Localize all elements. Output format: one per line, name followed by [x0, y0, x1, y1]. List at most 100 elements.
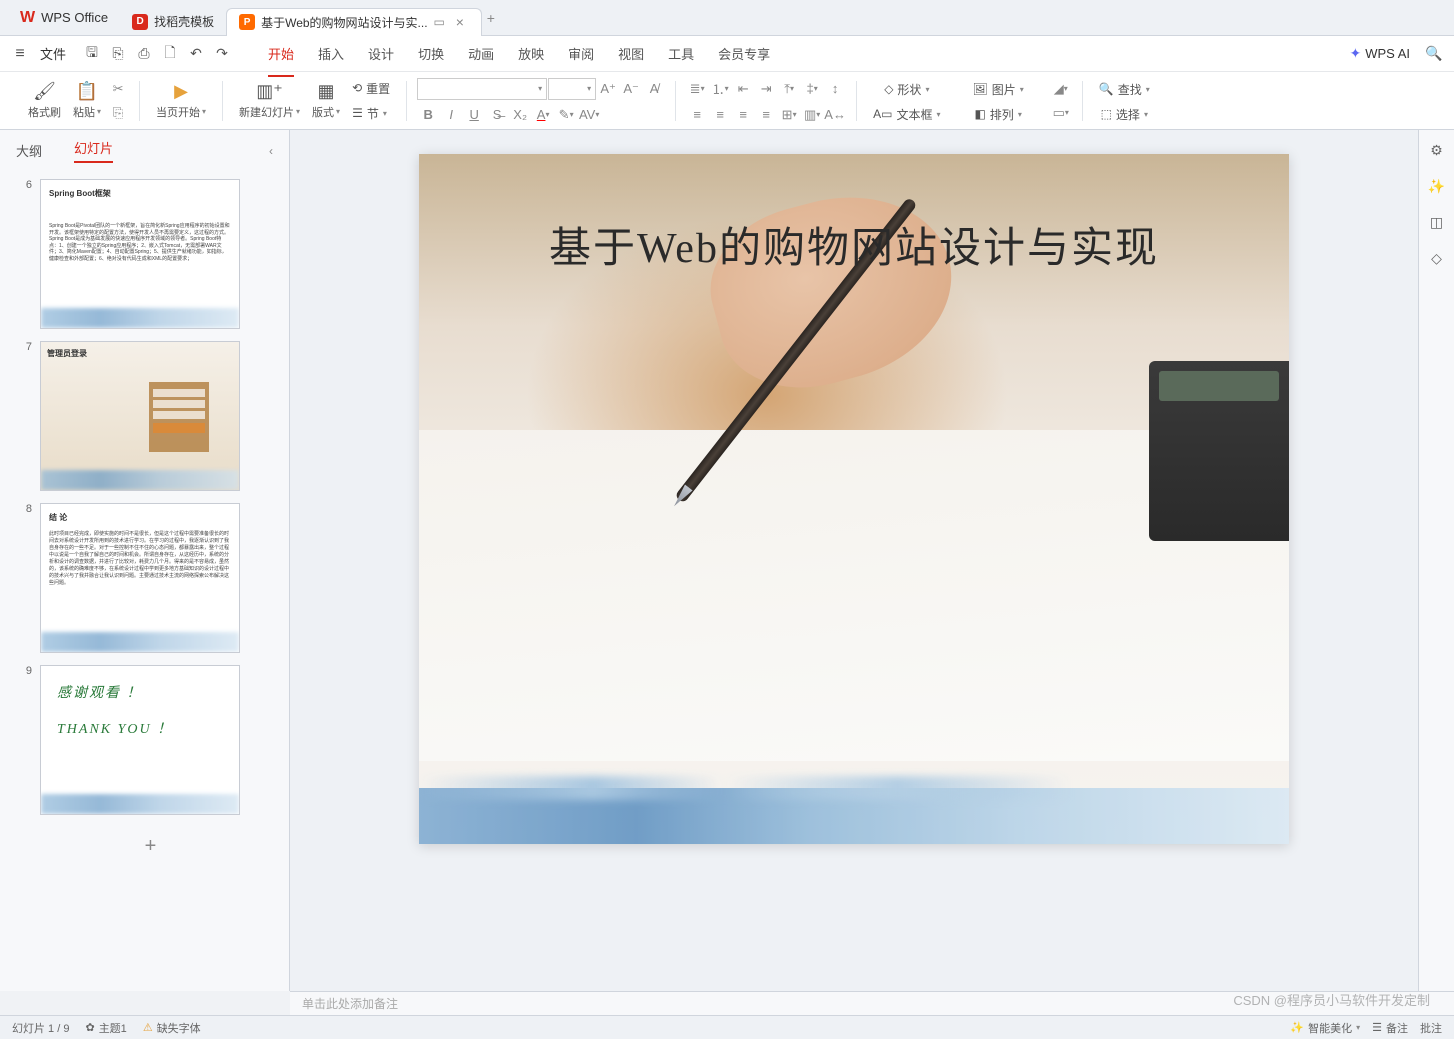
shape-icon: ◇: [884, 82, 893, 96]
reset-button[interactable]: ⟲重置: [346, 77, 396, 100]
hamburger-icon[interactable]: ≡: [8, 42, 32, 66]
format-painter-button[interactable]: 🖌 格式刷: [22, 80, 67, 122]
search-icon[interactable]: 🔍: [1422, 42, 1446, 66]
subscript-icon[interactable]: X₂: [509, 104, 531, 126]
select-button[interactable]: ⬚选择▾: [1095, 103, 1154, 126]
add-slide-button[interactable]: +: [20, 827, 281, 866]
print-icon[interactable]: ⎙: [132, 42, 156, 66]
theme-indicator[interactable]: ✿主题1: [85, 1020, 126, 1036]
picture-button[interactable]: 🖼图片▾: [967, 78, 1030, 101]
slide-counter[interactable]: 幻灯片 1 / 9: [12, 1020, 69, 1036]
paste-button[interactable]: 📋 粘贴▾: [67, 80, 107, 122]
csdn-watermark: CSDN @程序员小马软件开发定制: [1233, 990, 1430, 1009]
save-icon[interactable]: 🖫: [80, 42, 104, 66]
menu-tab-start[interactable]: 开始: [268, 38, 294, 69]
menu-tab-tools[interactable]: 工具: [668, 38, 694, 69]
canvas-area[interactable]: 基于Web的购物网站设计与实现: [290, 130, 1418, 991]
tab-templates-label: 找稻壳模板: [154, 13, 214, 30]
align-center-icon[interactable]: ≡: [709, 104, 731, 126]
right-rail: ⚙ ✨ ◫ ◇: [1418, 130, 1454, 991]
menu-tab-animation[interactable]: 动画: [468, 38, 494, 69]
undo-icon[interactable]: ↶: [184, 42, 208, 66]
text-scale-icon[interactable]: A↔: [824, 104, 846, 126]
italic-icon[interactable]: I: [440, 104, 462, 126]
find-button[interactable]: 🔍查找▾: [1093, 78, 1156, 101]
font-family-select[interactable]: ▾: [417, 78, 547, 100]
cut-icon[interactable]: ✂: [107, 78, 129, 100]
slide-watercolor-footer: [419, 788, 1289, 844]
section-button[interactable]: ☰节▾: [346, 102, 396, 125]
copy-icon[interactable]: ⎘: [107, 102, 129, 124]
columns-icon[interactable]: ▥▾: [801, 104, 823, 126]
align-right-icon[interactable]: ≡: [732, 104, 754, 126]
rail-layout-icon[interactable]: ◫: [1425, 210, 1449, 234]
strikethrough-icon[interactable]: S̶: [486, 104, 508, 126]
menu-tab-design[interactable]: 设计: [368, 38, 394, 69]
numbering-icon[interactable]: ⒈▾: [709, 78, 731, 100]
align-justify-icon[interactable]: ≡: [755, 104, 777, 126]
outline-icon[interactable]: ▭▾: [1050, 102, 1072, 124]
menu-tab-transition[interactable]: 切换: [418, 38, 444, 69]
slides-tab[interactable]: 幻灯片: [74, 138, 113, 163]
tab-close-button[interactable]: ×: [451, 13, 469, 31]
wps-ai-button[interactable]: ✦ WPS AI: [1349, 45, 1410, 62]
underline-icon[interactable]: U: [463, 104, 485, 126]
increase-font-icon[interactable]: A⁺: [597, 78, 619, 100]
shape-button[interactable]: ◇形状▾: [878, 78, 935, 101]
indent-decrease-icon[interactable]: ⇤: [732, 78, 754, 100]
tab-templates[interactable]: D 找稻壳模板: [120, 8, 226, 36]
slide-hand-pen-graphic: [593, 154, 1093, 520]
notes-placeholder: 单击此处添加备注: [302, 995, 398, 1012]
bullets-icon[interactable]: ≣▾: [686, 78, 708, 100]
distribute-icon[interactable]: ⊞▾: [778, 104, 800, 126]
collapse-panel-icon[interactable]: ‹: [269, 144, 273, 158]
indent-increase-icon[interactable]: ⇥: [755, 78, 777, 100]
missing-font-warning[interactable]: ⚠缺失字体: [143, 1020, 201, 1036]
play-current-button[interactable]: ▶ 当页开始▾: [150, 80, 212, 122]
character-spacing-icon[interactable]: AV▾: [578, 104, 600, 126]
menu-tab-show[interactable]: 放映: [518, 38, 544, 69]
menu-tab-member[interactable]: 会员专享: [718, 38, 770, 69]
export-icon[interactable]: ⎘: [106, 42, 130, 66]
menu-tab-insert[interactable]: 插入: [318, 38, 344, 69]
textbox-button[interactable]: A▭文本框▾: [867, 103, 946, 126]
thumbnail-8[interactable]: 8 结 论 此时项目已经完成，即使实施的时间不是很长，但是这个过程中需要准备很长…: [20, 503, 281, 653]
fill-icon[interactable]: ◢▾: [1050, 78, 1072, 100]
new-slide-button[interactable]: ▥⁺ 新建幻灯片▾: [233, 80, 306, 122]
beautify-button[interactable]: ✨智能美化▾: [1290, 1020, 1360, 1036]
tab-add-button[interactable]: +: [482, 9, 500, 27]
menu-tabs: 开始 插入 设计 切换 动画 放映 审阅 视图 工具 会员专享: [268, 38, 770, 69]
clear-format-icon[interactable]: A̸: [643, 78, 665, 100]
thumbnail-7[interactable]: 7 管理员登录: [20, 341, 281, 491]
print-preview-icon[interactable]: 🗋: [158, 42, 182, 66]
rail-settings-icon[interactable]: ⚙: [1425, 138, 1449, 162]
slide-title-text[interactable]: 基于Web的购物网站设计与实现: [419, 214, 1289, 275]
decrease-font-icon[interactable]: A⁻: [620, 78, 642, 100]
line-spacing-icon[interactable]: ‡▾: [801, 78, 823, 100]
menu-tab-view[interactable]: 视图: [618, 38, 644, 69]
text-dir-icon[interactable]: ↕: [824, 78, 846, 100]
menu-tab-review[interactable]: 审阅: [568, 38, 594, 69]
arrange-button[interactable]: ◧排列▾: [968, 103, 1027, 126]
file-menu[interactable]: 文件: [40, 44, 66, 63]
align-top-icon[interactable]: ⤒▾: [778, 78, 800, 100]
comments-toggle[interactable]: 批注: [1420, 1020, 1442, 1036]
thumbnails-list[interactable]: 6 Spring Boot框架 Spring Boot是Pivotal团队的一个…: [0, 171, 289, 991]
thumbnail-6[interactable]: 6 Spring Boot框架 Spring Boot是Pivotal团队的一个…: [20, 179, 281, 329]
main-slide[interactable]: 基于Web的购物网站设计与实现: [419, 154, 1289, 844]
layout-button[interactable]: ▦ 版式▾: [306, 80, 346, 122]
notes-toggle[interactable]: ☰备注: [1372, 1020, 1408, 1036]
tab-document[interactable]: P 基于Web的购物网站设计与实... ▭ ×: [226, 8, 482, 36]
thumbnail-9[interactable]: 9 感谢观看 ！ THANK YOU ！: [20, 665, 281, 815]
rail-style-icon[interactable]: ✨: [1425, 174, 1449, 198]
align-left-icon[interactable]: ≡: [686, 104, 708, 126]
present-icon[interactable]: ▭: [434, 15, 445, 29]
outline-tab[interactable]: 大纲: [16, 141, 42, 160]
font-color-icon[interactable]: A▾: [532, 104, 554, 126]
redo-icon[interactable]: ↷: [210, 42, 234, 66]
ribbon: 🖌 格式刷 📋 粘贴▾ ✂ ⎘ ▶ 当页开始▾ ▥⁺ 新建幻灯片▾ ▦ 版式▾ …: [0, 72, 1454, 130]
bold-icon[interactable]: B: [417, 104, 439, 126]
highlight-icon[interactable]: ✎▾: [555, 104, 577, 126]
rail-object-icon[interactable]: ◇: [1425, 246, 1449, 270]
font-size-select[interactable]: ▾: [548, 78, 596, 100]
